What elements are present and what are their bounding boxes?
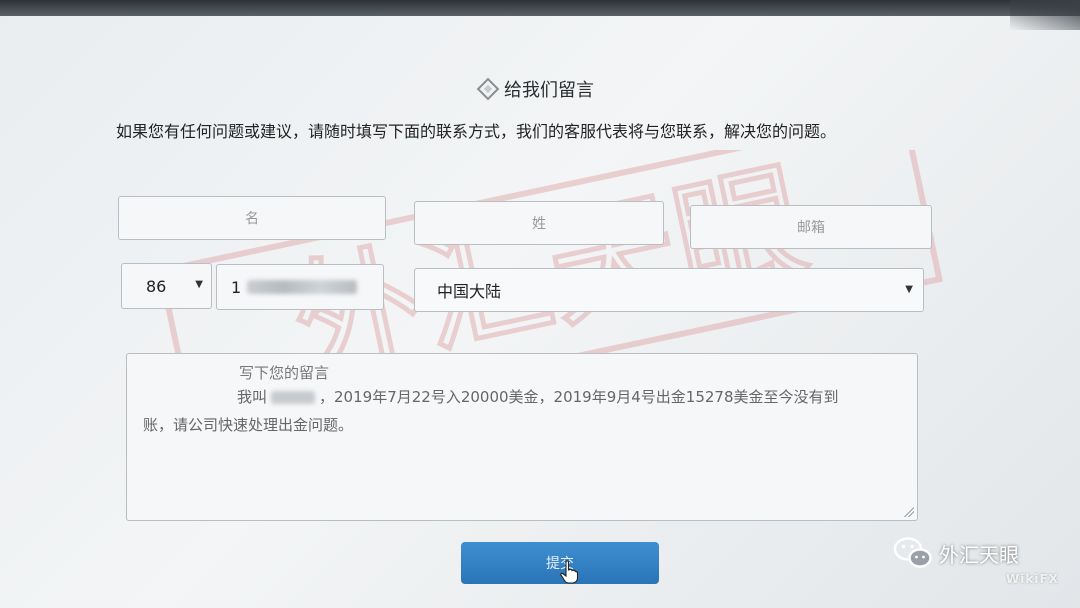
country-code-select[interactable]: 86 ▼ [121,263,212,309]
redacted-name [271,391,316,404]
brand-name: 外汇天眼 [939,542,1019,567]
hand-cursor-icon [560,560,578,584]
first-name-input[interactable]: 名 [118,196,386,240]
last-name-placeholder: 姓 [532,216,546,232]
country-value: 中国大陆 [437,282,502,301]
phone-value: 1 [231,277,242,297]
email-input[interactable]: 邮箱 [690,205,932,249]
caret-down-icon: ▼ [195,279,203,290]
monitor-bezel [0,0,1080,16]
phone-input[interactable]: 1 [216,264,384,310]
message-line-1: 我叫 ，2019年7月22号入20000美金，2019年9月4号出金15278美金… [237,386,839,407]
form-header: 给我们留言 [476,76,594,102]
monitor-bezel-corner [1010,0,1080,30]
page-title: 给我们留言 [504,80,594,101]
first-name-placeholder: 名 [245,211,259,227]
country-select[interactable]: 中国大陆 ▼ [414,268,924,312]
message-line-1-start: 我叫 [237,388,268,406]
caret-down-icon: ▼ [905,284,913,295]
diamond-icon [476,77,500,101]
country-code-value: 86 [146,276,167,296]
redacted-phone [247,280,358,294]
wechat-icon [893,537,932,568]
message-placeholder: 写下您的留言 [239,364,330,382]
email-placeholder: 邮箱 [797,220,825,236]
resize-handle[interactable] [904,507,914,517]
brand-badge: 外汇天眼 [893,536,1019,570]
intro-text: 如果您有任何问题或建议，请随时填写下面的联系方式，我们的客服代表将与您联系，解决… [116,122,837,141]
message-line-2: 账，请公司快速处理出金问题。 [143,416,354,434]
message-textarea[interactable]: 写下您的留言 我叫 ，2019年7月22号入20000美金，2019年9月4号出金… [126,353,918,521]
message-line-1-rest: ，2019年7月22号入20000美金，2019年9月4号出金15278美金至今… [319,388,839,406]
brand-subtext: WikiFX [1006,572,1059,586]
last-name-input[interactable]: 姓 [414,201,664,245]
